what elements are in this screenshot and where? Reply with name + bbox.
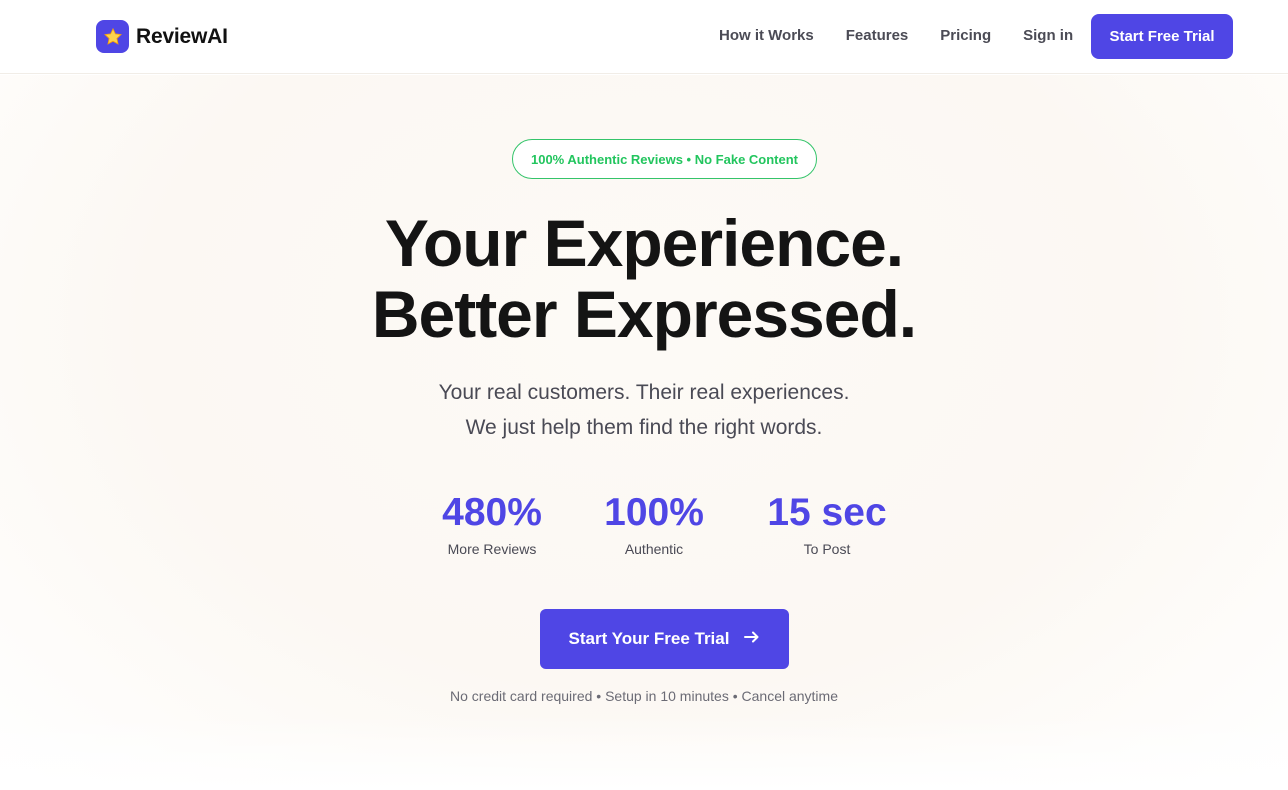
start-free-trial-button[interactable]: Start Free Trial bbox=[1091, 14, 1233, 59]
brand-name: ReviewAI bbox=[136, 24, 228, 48]
start-your-free-trial-button[interactable]: Start Your Free Trial bbox=[540, 609, 789, 669]
stat-to-post: 15 sec To Post bbox=[757, 489, 897, 557]
subtitle-line-2: We just help them find the right words. bbox=[465, 416, 823, 439]
subtitle-line-1: Your real customers. Their real experien… bbox=[438, 381, 850, 404]
hero-subtitle: Your real customers. Their real experien… bbox=[0, 375, 1288, 445]
stat-label: To Post bbox=[803, 541, 851, 557]
hero-bottom-fade bbox=[0, 715, 1288, 790]
headline-line-2: Better Expressed. bbox=[371, 277, 917, 351]
stat-value: 100% bbox=[604, 491, 704, 534]
stat-label: Authentic bbox=[624, 541, 684, 557]
stat-more-reviews: 480% More Reviews bbox=[432, 489, 552, 557]
hero-section: 100% Authentic Reviews • No Fake Content… bbox=[0, 75, 1288, 790]
stat-label: More Reviews bbox=[447, 541, 537, 557]
brand-logo-link[interactable]: ReviewAI bbox=[96, 20, 228, 53]
stat-authentic: 100% Authentic bbox=[594, 489, 714, 557]
nav-link-how-it-works[interactable]: How it Works bbox=[719, 26, 814, 46]
nav-link-features[interactable]: Features bbox=[846, 26, 909, 46]
main-nav: How it Works Features Pricing Sign in bbox=[719, 26, 1073, 46]
cta-label: Start Your Free Trial bbox=[568, 629, 730, 648]
hero-headline: Your Experience. Better Expressed. bbox=[0, 208, 1288, 350]
stat-value: 480% bbox=[442, 491, 542, 534]
sign-in-link[interactable]: Sign in bbox=[1023, 26, 1073, 46]
headline-line-1: Your Experience. bbox=[384, 206, 904, 280]
arrow-right-icon bbox=[744, 631, 760, 647]
authenticity-badge: 100% Authentic Reviews • No Fake Content bbox=[512, 139, 817, 179]
top-navbar: ReviewAI How it Works Features Pricing S… bbox=[0, 0, 1288, 74]
star-icon bbox=[96, 20, 129, 53]
stat-value: 15 sec bbox=[767, 491, 887, 534]
trial-footnote: No credit card required • Setup in 10 mi… bbox=[450, 688, 838, 704]
nav-link-pricing[interactable]: Pricing bbox=[940, 26, 991, 46]
